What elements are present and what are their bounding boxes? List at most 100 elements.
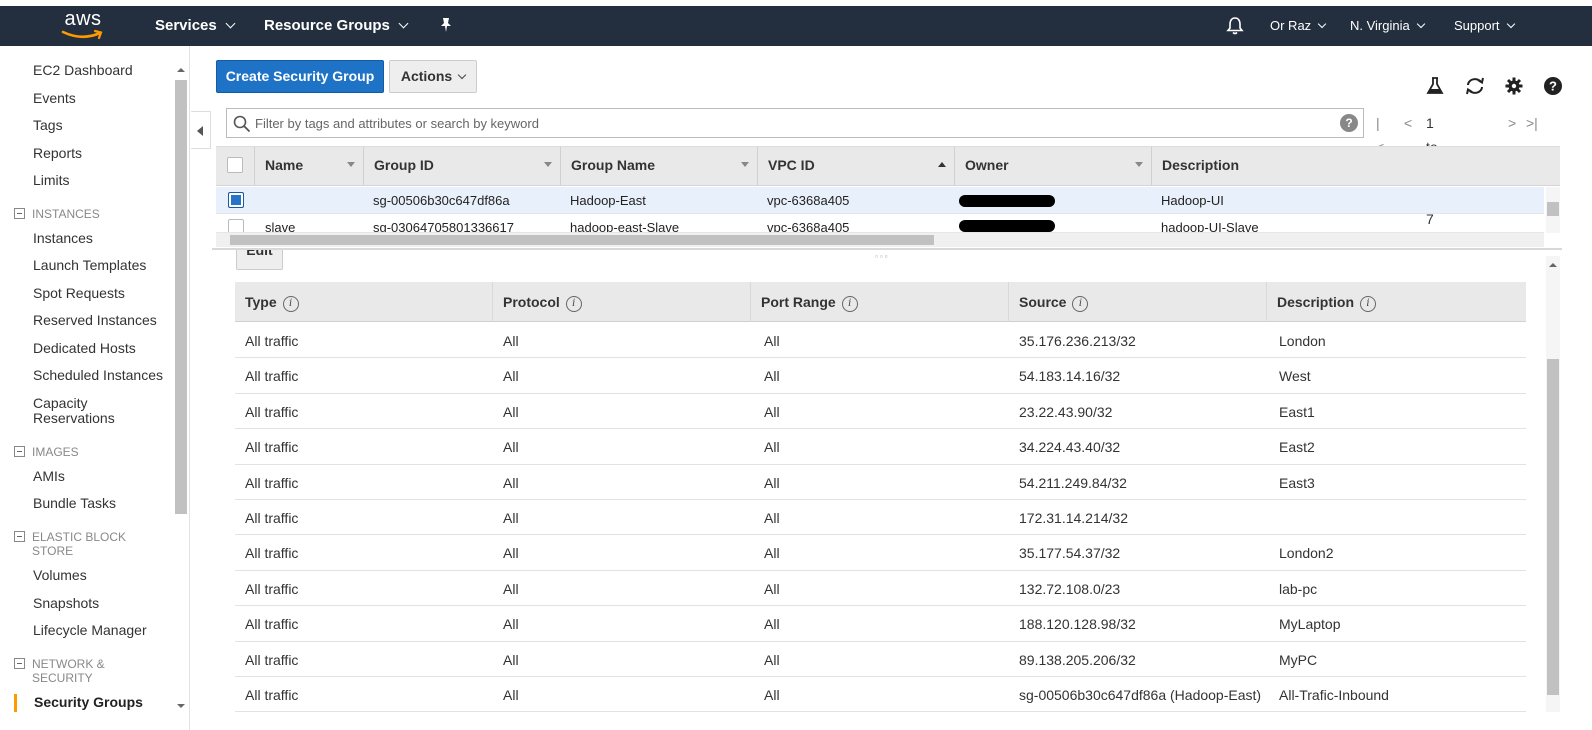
column-header-owner[interactable]: Owner — [955, 147, 1152, 185]
sidebar-item-amis[interactable]: AMIs — [33, 469, 65, 484]
column-header-group-name[interactable]: Group Name — [561, 147, 758, 185]
horizontal-scroll-thumb[interactable] — [230, 235, 934, 245]
panel-splitter[interactable] — [212, 248, 1562, 250]
column-label: Type — [245, 294, 277, 310]
sidebar-scrollbar[interactable] — [174, 62, 188, 714]
table-horizontal-scrollbar[interactable] — [216, 233, 1544, 247]
create-security-group-button[interactable]: Create Security Group — [216, 60, 384, 93]
chevron-down-icon — [1416, 19, 1425, 29]
scroll-up-icon[interactable] — [1549, 263, 1557, 267]
cell-protocol: All — [503, 687, 519, 703]
sidebar-item-volumes[interactable]: Volumes — [33, 568, 87, 583]
refresh-icon[interactable] — [1464, 76, 1484, 96]
table-vertical-scrollbar[interactable] — [1546, 187, 1560, 233]
pin-icon[interactable] — [438, 17, 454, 35]
user-menu[interactable]: Or Raz — [1270, 6, 1327, 46]
gear-icon[interactable] — [1504, 76, 1524, 96]
cell-type: All traffic — [245, 439, 299, 456]
section-network-security[interactable]: NETWORK & SECURITY — [14, 657, 105, 685]
section-instances[interactable]: INSTANCES — [14, 207, 100, 221]
sidebar-item-capacity-reservations[interactable]: Capacity Reservations — [33, 396, 115, 426]
aws-logo[interactable]: aws — [60, 8, 106, 42]
select-all-checkbox[interactable] — [227, 157, 243, 173]
prev-page-icon[interactable]: < — [1404, 111, 1412, 135]
section-title: NETWORK & — [32, 657, 105, 671]
sidebar-scroll-thumb[interactable] — [175, 80, 187, 514]
sidebar-item-limits[interactable]: Limits — [33, 173, 70, 188]
sidebar-item-launch-templates[interactable]: Launch Templates — [33, 258, 146, 273]
cell-source: 89.138.205.206/32 — [1019, 651, 1136, 668]
select-all-cell — [216, 147, 255, 185]
table-row[interactable]: sg-00506b30c647df86a Hadoop-East vpc-636… — [216, 187, 1544, 214]
cell-protocol: All — [503, 368, 519, 385]
sidebar-item-dedicated-hosts[interactable]: Dedicated Hosts — [33, 341, 136, 356]
column-header-vpc-id[interactable]: VPC ID — [758, 147, 955, 185]
actions-button[interactable]: Actions — [389, 60, 477, 93]
cell-port: All — [764, 651, 780, 668]
support-menu[interactable]: Support — [1454, 6, 1515, 46]
section-images[interactable]: IMAGES — [14, 445, 79, 459]
cell-group-id: sg-03064705801336617 — [373, 220, 514, 233]
services-menu[interactable]: Services — [155, 6, 236, 46]
sidebar-item-events[interactable]: Events — [33, 91, 76, 106]
column-header-description: Description i — [1267, 282, 1526, 322]
drag-handle-icon[interactable]: ▫▫▫ — [875, 252, 890, 261]
cell-port: All — [764, 580, 780, 597]
collapse-sidebar-button[interactable] — [191, 111, 211, 149]
sidebar-item-bundle-tasks[interactable]: Bundle Tasks — [33, 496, 116, 511]
table-row[interactable]: slave sg-03064705801336617 hadoop-east-S… — [216, 214, 1544, 233]
info-icon[interactable]: i — [841, 296, 858, 312]
chevron-down-icon — [457, 70, 467, 80]
info-icon[interactable]: i — [1072, 296, 1089, 312]
info-icon[interactable]: i — [282, 296, 299, 312]
sidebar-item-snapshots[interactable]: Snapshots — [33, 596, 99, 611]
cell-group-id: sg-00506b30c647df86a — [373, 193, 510, 208]
sidebar-item-reserved-instances[interactable]: Reserved Instances — [33, 313, 157, 328]
column-header-group-id[interactable]: Group ID — [364, 147, 561, 185]
cell-protocol: All — [503, 439, 519, 456]
search-icon — [233, 115, 251, 133]
details-vertical-scrollbar[interactable] — [1546, 256, 1560, 712]
column-header-protocol: Protocol i — [493, 282, 751, 322]
info-icon[interactable]: i — [565, 296, 582, 312]
sidebar-item-instances[interactable]: Instances — [33, 231, 93, 246]
sidebar-item-tags[interactable]: Tags — [33, 118, 63, 133]
sidebar-item-reports[interactable]: Reports — [33, 146, 82, 161]
beaker-icon[interactable] — [1425, 76, 1445, 96]
cell-protocol: All — [503, 474, 519, 491]
column-label: Group ID — [374, 157, 434, 173]
last-page-icon[interactable]: >| — [1526, 111, 1538, 135]
column-label: Description — [1162, 157, 1240, 173]
chevron-down-icon — [225, 18, 236, 29]
edit-button[interactable]: Edit — [236, 250, 283, 270]
info-icon[interactable]: i — [1360, 296, 1377, 312]
sidebar-item-scheduled-instances[interactable]: Scheduled Instances — [33, 368, 163, 383]
sidebar-item-ec2-dashboard[interactable]: EC2 Dashboard — [33, 63, 133, 78]
resource-groups-menu[interactable]: Resource Groups — [264, 6, 409, 46]
section-elastic-block-store[interactable]: ELASTIC BLOCK STORE — [14, 530, 126, 558]
column-header-name[interactable]: Name — [255, 147, 364, 185]
cell-type: All traffic — [245, 545, 299, 562]
column-label: Protocol — [503, 294, 560, 310]
help-icon[interactable]: ? — [1543, 76, 1563, 96]
filter-search-box[interactable]: ? — [226, 108, 1364, 138]
scroll-up-icon[interactable] — [177, 68, 185, 72]
top-nav-bar: aws Services Resource Groups Or Raz N. V… — [0, 6, 1592, 46]
search-help-icon[interactable]: ? — [1340, 114, 1358, 132]
redacted-owner — [959, 220, 1055, 232]
sidebar-item-lifecycle-manager[interactable]: Lifecycle Manager — [33, 623, 147, 638]
row-checkbox[interactable] — [228, 192, 244, 208]
collapse-icon — [14, 446, 25, 457]
details-scroll-thumb[interactable] — [1547, 359, 1559, 695]
cell-protocol: All — [503, 403, 519, 420]
next-page-icon[interactable]: > — [1508, 111, 1516, 135]
bell-icon[interactable] — [1226, 16, 1244, 36]
row-checkbox[interactable] — [228, 219, 244, 232]
search-input[interactable] — [255, 113, 1335, 133]
column-header-description[interactable]: Description — [1152, 147, 1560, 185]
scroll-down-icon[interactable] — [177, 704, 185, 708]
sidebar-item-spot-requests[interactable]: Spot Requests — [33, 286, 125, 301]
region-menu[interactable]: N. Virginia — [1350, 6, 1425, 46]
sidebar-item-security-groups[interactable]: Security Groups — [34, 695, 143, 710]
vertical-scroll-thumb[interactable] — [1547, 202, 1559, 216]
